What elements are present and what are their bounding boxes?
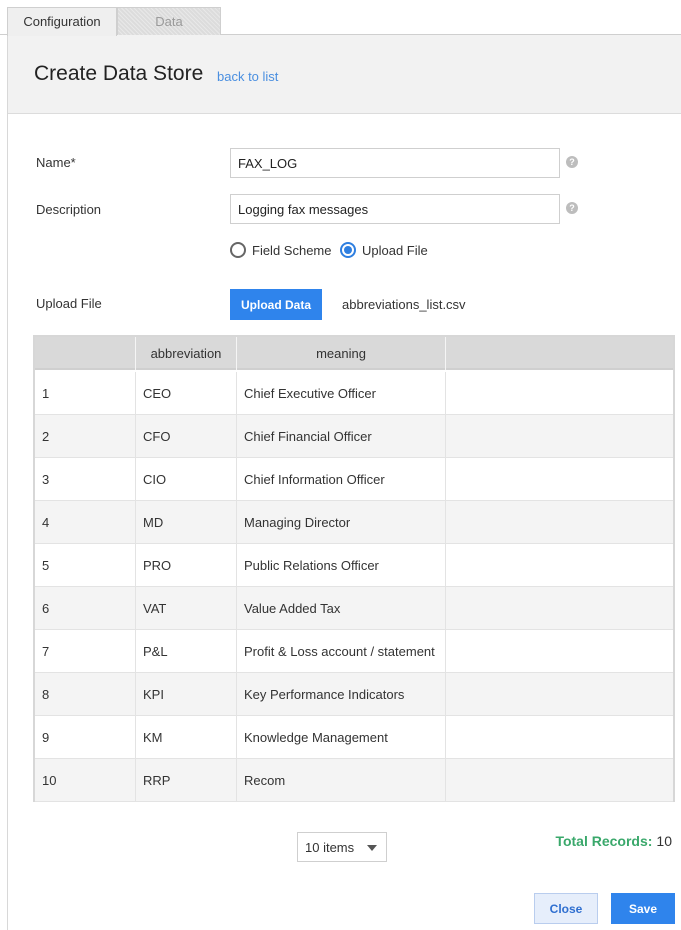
radio-checked-icon[interactable] (340, 242, 356, 258)
cell-abbreviation: CEO (136, 372, 237, 415)
table-row[interactable]: 9 KM Knowledge Management (35, 716, 673, 759)
cell-empty (446, 458, 673, 501)
upload-file-label: Upload File (36, 296, 102, 311)
cell-abbreviation: MD (136, 501, 237, 544)
table-row[interactable]: 5 PRO Public Relations Officer (35, 544, 673, 587)
description-label: Description (36, 202, 102, 217)
radio-upload-file-label: Upload File (362, 242, 428, 258)
cell-abbreviation: RRP (136, 759, 237, 802)
cell-index: 2 (35, 415, 136, 458)
cell-empty (446, 716, 673, 759)
cell-index: 1 (35, 372, 136, 415)
cell-abbreviation: KM (136, 716, 237, 759)
page-size-select[interactable]: 10 items (297, 832, 387, 862)
close-button[interactable]: Close (534, 893, 598, 924)
cell-empty (446, 415, 673, 458)
data-grid: abbreviation meaning 1 CEO Chief Executive… (33, 335, 675, 802)
cell-meaning: Value Added Tax (237, 587, 446, 630)
cell-abbreviation: CIO (136, 458, 237, 501)
uploaded-file-name: abbreviations_list.csv (342, 297, 466, 312)
cell-abbreviation: VAT (136, 587, 237, 630)
cell-empty (446, 544, 673, 587)
cell-empty (446, 372, 673, 415)
table-row[interactable]: 10 RRP Recom (35, 759, 673, 802)
name-input[interactable] (230, 148, 560, 178)
description-input[interactable] (230, 194, 560, 224)
table-row[interactable]: 7 P&L Profit & Loss account / statement (35, 630, 673, 673)
total-records-label: Total Records: (555, 833, 653, 849)
description-help-icon[interactable]: ? (566, 202, 578, 214)
cell-empty (446, 501, 673, 544)
tab-bar: Configuration Data (0, 0, 681, 36)
cell-meaning: Chief Executive Officer (237, 372, 446, 415)
cell-empty (446, 630, 673, 673)
tab-data[interactable]: Data (117, 7, 221, 35)
table-row[interactable]: 3 CIO Chief Information Officer (35, 458, 673, 501)
column-header-index[interactable] (35, 337, 136, 370)
cell-index: 6 (35, 587, 136, 630)
cell-meaning: Managing Director (237, 501, 446, 544)
cell-index: 5 (35, 544, 136, 587)
radio-upload-file[interactable]: Upload File (340, 242, 428, 258)
cell-empty (446, 759, 673, 802)
cell-abbreviation: PRO (136, 544, 237, 587)
upload-data-button[interactable]: Upload Data (230, 289, 322, 320)
cell-abbreviation: KPI (136, 673, 237, 716)
radio-field-scheme[interactable]: Field Scheme (230, 242, 331, 258)
cell-abbreviation: CFO (136, 415, 237, 458)
cell-index: 3 (35, 458, 136, 501)
cell-empty (446, 587, 673, 630)
total-records-value: 10 (656, 833, 672, 849)
cell-meaning: Profit & Loss account / statement (237, 630, 446, 673)
cell-index: 10 (35, 759, 136, 802)
panel-header: Create Data Store back to list (8, 35, 681, 114)
page-size-value: 10 items (305, 840, 355, 855)
back-to-list-link[interactable]: back to list (217, 69, 278, 84)
cell-meaning: Public Relations Officer (237, 544, 446, 587)
table-row[interactable]: 1 CEO Chief Executive Officer (35, 372, 673, 415)
column-header-empty (446, 337, 673, 370)
cell-index: 8 (35, 673, 136, 716)
cell-abbreviation: P&L (136, 630, 237, 673)
cell-meaning: Chief Financial Officer (237, 415, 446, 458)
name-label: Name* (36, 155, 76, 170)
name-help-icon[interactable]: ? (566, 156, 578, 168)
cell-index: 7 (35, 630, 136, 673)
total-records: Total Records: 10 (555, 833, 672, 849)
page-title: Create Data Store (34, 62, 204, 85)
radio-unchecked-icon[interactable] (230, 242, 246, 258)
cell-meaning: Knowledge Management (237, 716, 446, 759)
cell-meaning: Key Performance Indicators (237, 673, 446, 716)
cell-meaning: Recom (237, 759, 446, 802)
table-row[interactable]: 8 KPI Key Performance Indicators (35, 673, 673, 716)
cell-index: 4 (35, 501, 136, 544)
tab-configuration[interactable]: Configuration (7, 7, 117, 36)
radio-field-scheme-label: Field Scheme (252, 242, 332, 258)
column-header-meaning[interactable]: meaning (237, 337, 446, 370)
table-row[interactable]: 2 CFO Chief Financial Officer (35, 415, 673, 458)
chevron-down-icon (367, 845, 377, 851)
configuration-panel: Create Data Store back to list Name* ? D… (7, 35, 681, 930)
table-row[interactable]: 4 MD Managing Director (35, 501, 673, 544)
table-row[interactable]: 6 VAT Value Added Tax (35, 587, 673, 630)
cell-empty (446, 673, 673, 716)
cell-meaning: Chief Information Officer (237, 458, 446, 501)
column-header-abbreviation[interactable]: abbreviation (136, 337, 237, 370)
cell-index: 9 (35, 716, 136, 759)
grid-header: abbreviation meaning (35, 337, 673, 370)
save-button[interactable]: Save (611, 893, 675, 924)
